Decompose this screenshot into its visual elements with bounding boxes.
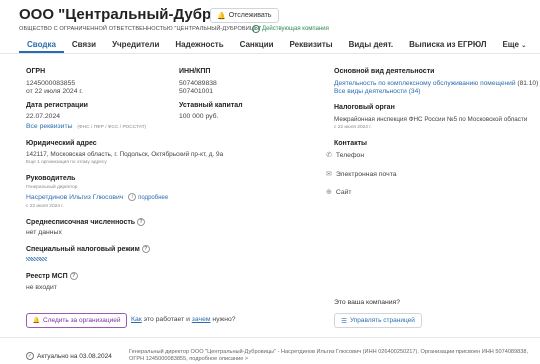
phone-icon: ✆ [326,152,332,159]
all-activities-link[interactable]: Все виды деятельности [334,88,407,95]
tax-regime-hidden-value [26,257,47,261]
check-circle-icon: ✓ [26,352,34,360]
tax-authority-label: Налоговый орган [334,104,395,111]
email-row: ✉ Электронная почта [326,170,397,179]
employees-value: нет данных [26,229,62,236]
registration-date-value: 22.07.2024 [26,113,61,120]
site-label: Сайт [335,188,352,196]
all-requisites-link[interactable]: Все реквизиты [26,123,72,130]
head-more-link[interactable]: подробнее [138,195,168,201]
head-label: Руководитель [26,175,76,182]
status-text: Действующая компания [262,26,329,32]
ogrn-date: от 22 июля 2024 г. [26,88,83,95]
main-activity-row: Деятельность по комплексному обслуживани… [334,80,538,87]
how-link[interactable]: Как [131,316,142,323]
head-role: Генеральный директор [26,185,78,190]
tab-reliability[interactable]: Надежность [167,36,231,53]
contacts-label: Контакты [334,140,368,147]
all-activities-row: Все виды деятельности (34) [334,88,420,95]
tab-requisites[interactable]: Реквизиты [282,36,341,53]
employees-label: Среднесписочная численность ? [26,218,146,226]
main-activity-code: (81.10) [517,80,539,87]
legal-address-label: Юридический адрес [26,140,97,147]
email-label: Электронная почта [335,170,397,178]
check-icon: ✓ [252,25,260,33]
company-full-name: ОБЩЕСТВО С ОГРАНИЧЕННОЙ ОТВЕТСТВЕННОСТЬЮ… [19,26,262,32]
owner-question: Это ваша компания? [334,299,401,306]
registration-date-label: Дата регистрации [26,102,88,109]
manage-label: Управлять страницей [349,317,415,324]
head-row: Насретдинов Ильгиз Глюсович i подробнее [26,193,168,201]
globe-icon: ⊕ [326,189,332,196]
address-note-link[interactable]: Еще 1 организация по этому адресу [26,160,107,165]
help-icon[interactable]: ? [69,272,78,280]
tab-founders[interactable]: Учредители [104,36,167,53]
all-requisites-note: (ФНС / ПФР / ФСС / РОССТАТ) [77,125,147,130]
follow-label: Следить за организацией [43,317,121,324]
email-icon: ✉ [326,171,332,178]
phone-label: Телефон [335,151,365,159]
tax-regime-label: Специальный налоговый режим ? [26,245,150,253]
tax-authority-value: Межрайонная инспекция ФНС России №5 по М… [334,116,528,123]
msp-registry-value: не входит [26,284,57,291]
tab-more[interactable]: Еще ⌄ [494,36,534,53]
why-link[interactable]: зачем [192,316,211,323]
footer-divider [0,337,540,338]
tab-activities[interactable]: Виды деят. [341,36,401,53]
head-date: с 22 июля 2024 г. [26,204,64,209]
capital-label: Уставный капитал [179,102,243,109]
help-icon[interactable]: ? [141,245,150,253]
tab-egrul-extract[interactable]: Выписка из ЕГРЮЛ [401,36,494,53]
tab-links[interactable]: Связи [64,36,104,53]
main-activity-link[interactable]: Деятельность по комплексному обслуживани… [334,80,516,87]
actual-date-text: Актуально на 03.08.2024 [37,352,112,360]
list-icon: ☰ [341,317,347,325]
all-activities-count: (34) [408,88,421,95]
legal-address-value: 142117, Московская область, г. Подольск,… [26,151,224,158]
inn-kpp-label: ИНН/КПП [179,68,211,75]
head-name-link[interactable]: Насретдинов Ильгиз Глюсович [26,194,123,201]
track-label: Отслеживать [228,12,272,19]
bell-icon: 🔔 [32,318,41,324]
capital-value: 100 000 руб. [179,113,219,120]
tab-bar: Сводка Связи Учредители Надежность Санкц… [19,36,540,53]
site-row: ⊕ Сайт [326,188,352,197]
how-it-works-text: Как это работает и зачем нужно? [131,316,236,323]
msp-registry-label: Реестр МСП ? [26,272,78,280]
tab-sanctions[interactable]: Санкции [232,36,282,53]
ogrn-label: ОГРН [26,68,46,75]
help-icon[interactable]: ? [137,218,146,226]
bell-icon: 🔔 [217,12,226,20]
track-button[interactable]: 🔔 Отслеживать [210,8,279,23]
status-badge: ✓ Действующая компания [252,25,329,33]
inn-value: 5074089838 [179,80,217,87]
ogrn-value: 1245000083855 [26,80,76,87]
main-activity-label: Основной вид деятельности [334,68,435,75]
footer-description: Генеральный директор ООО "Центральный-Ду… [129,349,529,362]
phone-row: ✆ Телефон [326,151,365,160]
tax-authority-date: с 22 июля 2024 г. [334,125,372,130]
tabs-divider [0,53,540,54]
actual-date: ✓ Актуально на 03.08.2024 [26,352,112,360]
manage-page-button[interactable]: ☰ Управлять страницей [334,313,422,328]
chevron-down-icon: ⌄ [521,43,527,49]
all-requisites-row: Все реквизиты (ФНС / ПФР / ФСС / РОССТАТ… [26,123,146,130]
kpp-value: 507401001 [179,88,214,95]
info-icon: i [128,193,137,201]
follow-organization-button[interactable]: 🔔 Следить за организацией [26,313,127,328]
tab-summary[interactable]: Сводка [19,36,64,53]
